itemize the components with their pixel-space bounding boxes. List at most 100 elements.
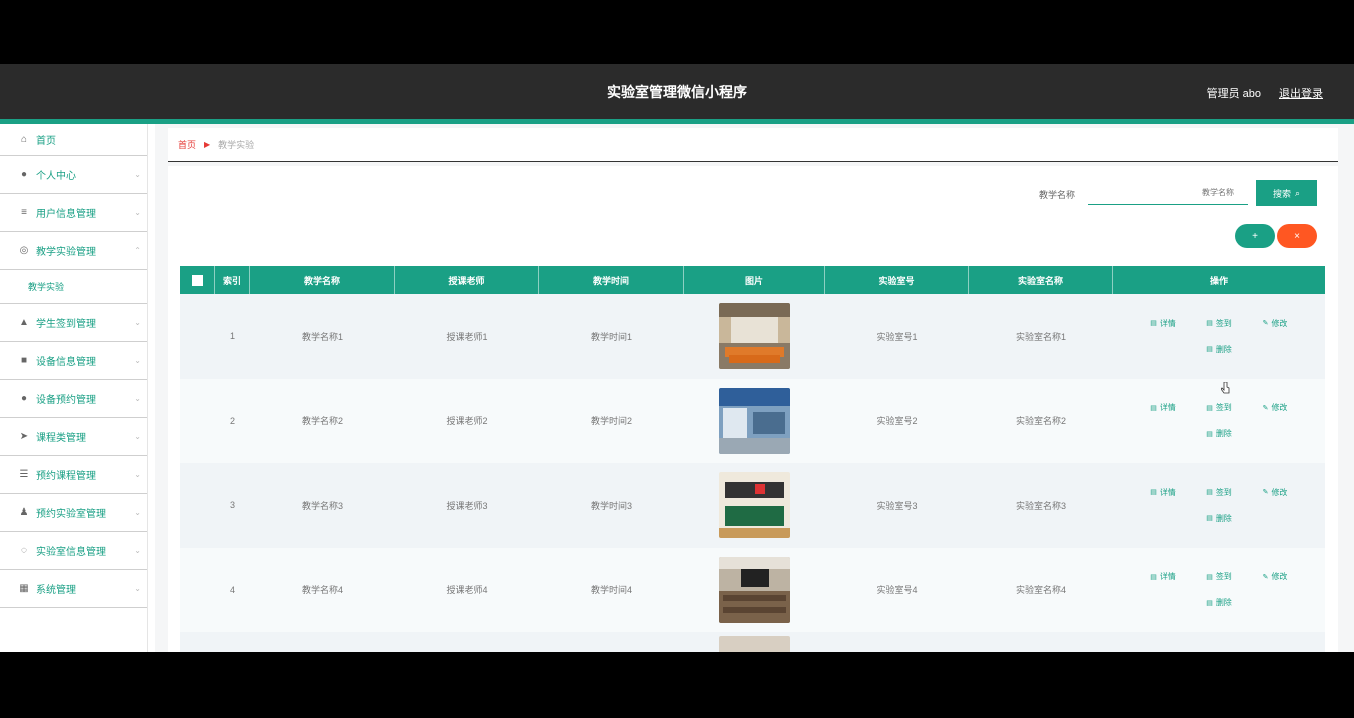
- lab-room-image[interactable]: [719, 556, 790, 623]
- doc-icon: ▤: [1150, 489, 1157, 497]
- delete-label: 删除: [1215, 598, 1232, 608]
- checkin-button[interactable]: ▤ 签到: [1191, 481, 1247, 503]
- checkin-button[interactable]: ▤ 签到: [1191, 566, 1247, 588]
- sidebar-item-label: 教学实验管理: [36, 247, 96, 258]
- edit-icon: ✎: [1262, 404, 1269, 412]
- trash-icon: ▤: [1206, 346, 1213, 354]
- sidebar-item-course-booking[interactable]: ☰ 预约课程管理 ⌄: [0, 456, 147, 494]
- sidebar-item-devices[interactable]: ■ 设备信息管理 ⌄: [0, 342, 147, 380]
- sliders-icon: ☰: [19, 469, 29, 480]
- search-button[interactable]: 搜索 ⌕: [1256, 180, 1317, 206]
- cell-time: [539, 632, 684, 652]
- edit-label: 修改: [1271, 403, 1288, 413]
- row-checkbox[interactable]: [180, 548, 215, 633]
- sidebar-subitem-teaching[interactable]: 教学实验: [0, 270, 147, 304]
- sidebar-item-label: 学生签到管理: [36, 319, 96, 330]
- sidebar-item-teaching[interactable]: ◎ 教学实验管理 ⌃: [0, 232, 147, 270]
- flask-icon: ◎: [19, 245, 29, 256]
- sidebar-item-lab-info[interactable]: ◌ 实验室信息管理 ⌄: [0, 532, 147, 570]
- home-icon: ⌂: [20, 134, 28, 145]
- search-input[interactable]: [1088, 181, 1248, 205]
- cell-lab-no: 实验室号4: [876, 585, 918, 596]
- sidebar-item-label: 系统管理: [36, 585, 76, 596]
- sidebar-item-lab-booking[interactable]: ♟ 预约实验室管理 ⌄: [0, 494, 147, 532]
- row-actions: ▤ 详情 ▤ 签到 ✎ 修改 ▤ 删除: [1129, 481, 1309, 529]
- header-index: 索引: [215, 266, 250, 294]
- table-body: 1 教学名称1 授课老师1 教学时间1 实验室号1 实验室名称1 ▤ 详情 ▤ …: [180, 294, 1325, 652]
- cell-lab-no: 实验室号2: [876, 416, 918, 427]
- checkin-label: 签到: [1215, 487, 1232, 497]
- chevron-down-icon: ⌄: [134, 546, 141, 555]
- chevron-down-icon: ⌄: [134, 432, 141, 441]
- edit-button[interactable]: ✎ 修改: [1247, 312, 1303, 334]
- doc-icon: ▤: [1150, 320, 1157, 328]
- chevron-up-icon: ⌃: [134, 246, 141, 255]
- trash-icon: ▤: [1206, 430, 1213, 438]
- row-actions: ▤ 详情 ▤ 签到 ✎ 修改 ▤ 删除: [1129, 397, 1309, 445]
- lab-room-image[interactable]: [719, 387, 790, 454]
- sidebar-item-checkin[interactable]: ▲ 学生签到管理 ⌄: [0, 304, 147, 342]
- detail-button[interactable]: ▤ 详情: [1135, 312, 1191, 334]
- checkin-button[interactable]: ▤ 签到: [1191, 397, 1247, 419]
- cell-index: 4: [229, 584, 235, 595]
- edit-button[interactable]: ✎ 修改: [1247, 481, 1303, 503]
- cell-teacher: 授课老师2: [446, 416, 488, 427]
- breadcrumb-home[interactable]: 首页: [178, 138, 196, 151]
- chevron-down-icon: ⌄: [134, 356, 141, 365]
- delete-button[interactable]: ▤ 删除: [1191, 507, 1247, 529]
- cell-time: 教学时间4: [590, 585, 632, 596]
- cell-index: [215, 632, 250, 652]
- row-checkbox[interactable]: [180, 463, 215, 548]
- detail-button[interactable]: ▤ 详情: [1135, 566, 1191, 588]
- cell-image: [684, 463, 825, 548]
- table-row: 3 教学名称3 授课老师3 教学时间3 实验室号3 实验室名称3 ▤ 详情 ▤ …: [180, 463, 1325, 548]
- send-icon: ➤: [19, 431, 29, 442]
- sidebar-item-profile[interactable]: ● 个人中心 ⌄: [0, 156, 147, 194]
- delete-button[interactable]: ▤ 删除: [1191, 592, 1247, 614]
- sidebar-item-system[interactable]: ▦ 系统管理 ⌄: [0, 570, 147, 608]
- top-bar: 实验室管理微信小程序 管理员 abo 退出登录: [0, 64, 1354, 119]
- lab-room-image[interactable]: [719, 636, 790, 652]
- row-actions: ▤ 详情 ▤ 签到 ✎ 修改 ▤ 删除: [1129, 312, 1309, 360]
- edit-button[interactable]: ✎ 修改: [1247, 566, 1303, 588]
- search-icon: ⌕: [1294, 187, 1301, 198]
- add-button[interactable]: +: [1235, 224, 1275, 248]
- cell-name: 教学名称1: [301, 331, 343, 342]
- search-button-label: 搜索: [1272, 188, 1291, 199]
- list-icon: ≡: [21, 207, 27, 218]
- checkin-label: 签到: [1215, 572, 1232, 582]
- batch-delete-button[interactable]: ×: [1277, 224, 1317, 248]
- detail-button[interactable]: ▤ 详情: [1135, 397, 1191, 419]
- cell-name: 教学名称4: [301, 585, 343, 596]
- lab-room-image[interactable]: [719, 472, 790, 539]
- row-checkbox[interactable]: [180, 379, 215, 464]
- edit-button[interactable]: ✎ 修改: [1247, 397, 1303, 419]
- header-lab-name: 实验室名称: [969, 266, 1113, 294]
- checkin-button[interactable]: ▤ 签到: [1191, 312, 1247, 334]
- select-all-checkbox[interactable]: [191, 274, 203, 286]
- cell-lab-no: 实验室号3: [876, 500, 918, 511]
- delete-button[interactable]: ▤ 删除: [1191, 338, 1247, 360]
- table-row: 1 教学名称1 授课老师1 教学时间1 实验室号1 实验室名称1 ▤ 详情 ▤ …: [180, 294, 1325, 379]
- detail-button[interactable]: ▤ 详情: [1135, 481, 1191, 503]
- cell-index: 3: [229, 500, 235, 511]
- row-checkbox[interactable]: [180, 294, 215, 379]
- sidebar-item-users[interactable]: ≡ 用户信息管理 ⌄: [0, 194, 147, 232]
- sidebar-item-device-booking[interactable]: ● 设备预约管理 ⌄: [0, 380, 147, 418]
- cell-teacher: 授课老师4: [446, 585, 488, 596]
- sidebar-item-home[interactable]: ⌂ 首页: [0, 124, 147, 156]
- person-icon: ♟: [19, 507, 29, 518]
- sidebar-item-course-types[interactable]: ➤ 课程类管理 ⌄: [0, 418, 147, 456]
- search-label: 教学名称: [1039, 190, 1076, 200]
- delete-button[interactable]: ▤ 删除: [1191, 423, 1247, 445]
- cell-image: [684, 632, 825, 652]
- detail-label: 详情: [1159, 572, 1176, 582]
- sidebar-item-label: 预约实验室管理: [36, 509, 106, 520]
- cell-teacher: 授课老师3: [446, 500, 488, 511]
- logout-link[interactable]: 退出登录: [1279, 85, 1323, 101]
- cell-time: 教学时间2: [590, 416, 632, 427]
- lab-room-image[interactable]: [719, 303, 790, 370]
- doc-icon: ▤: [1206, 489, 1213, 497]
- header-image: 图片: [684, 266, 825, 294]
- header-name: 教学名称: [250, 266, 395, 294]
